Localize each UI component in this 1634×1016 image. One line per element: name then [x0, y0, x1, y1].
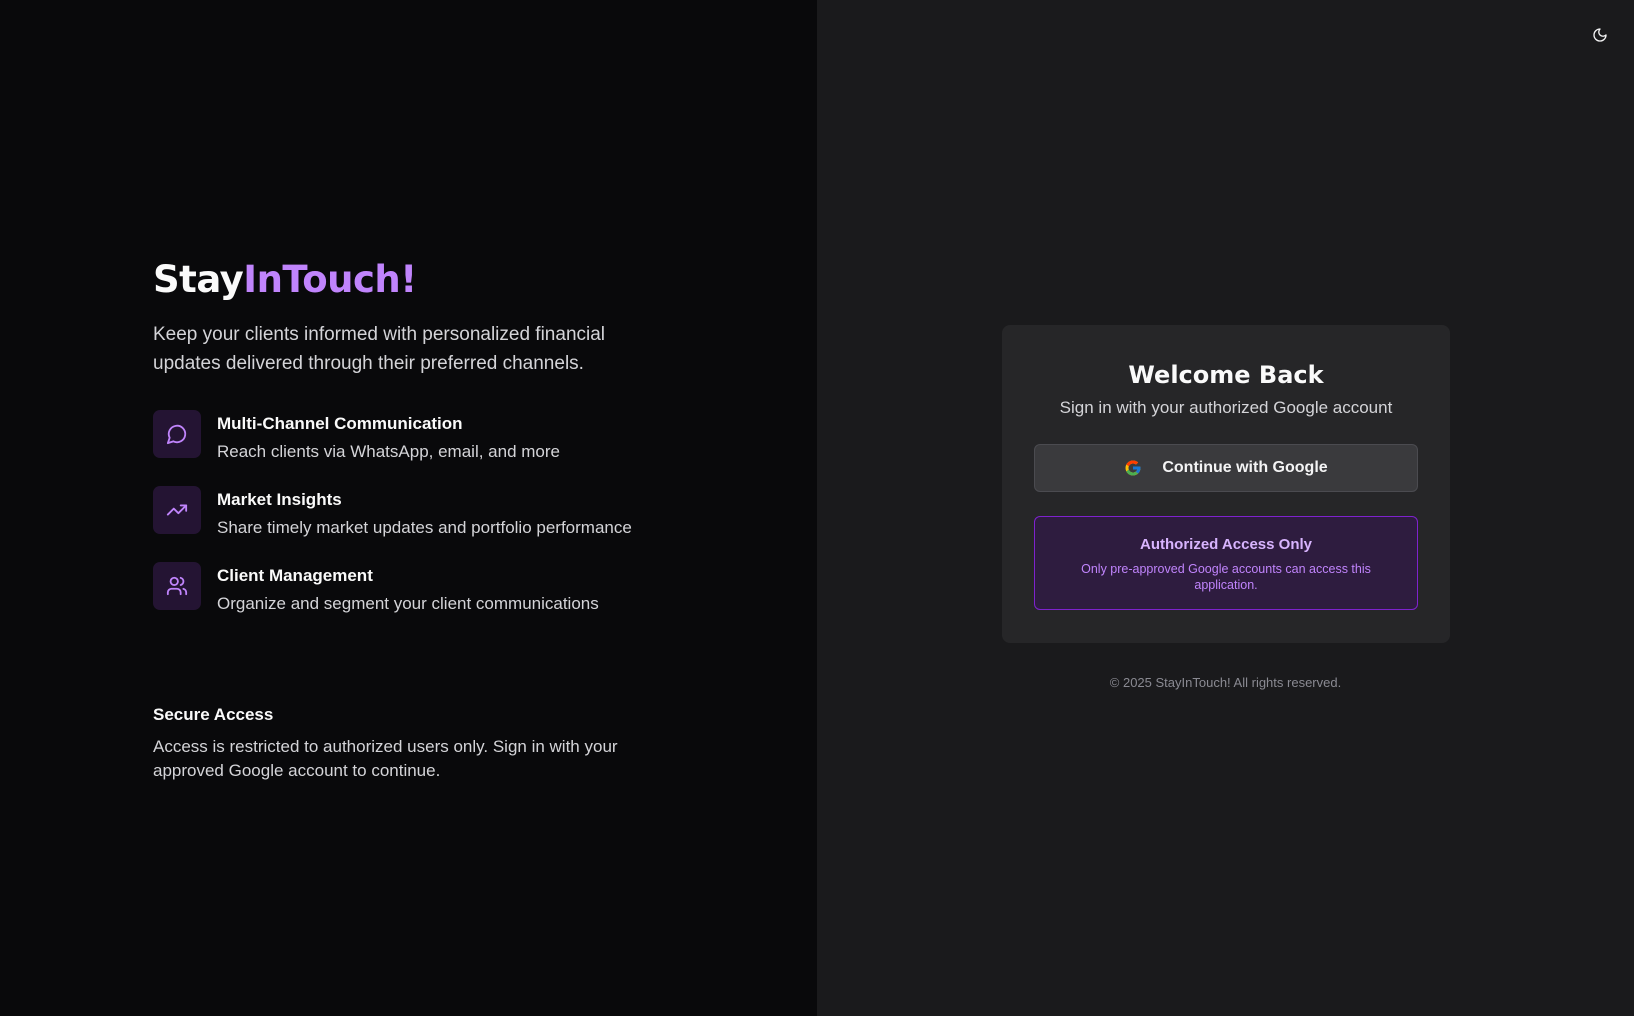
hero-tagline: Keep your clients informed with personal… [153, 324, 606, 374]
secure-access-title: Secure Access [153, 705, 274, 724]
brand-name-accent: InTouch! [243, 258, 417, 301]
notice-title: Authorized Access Only [1140, 536, 1312, 553]
feature-description: Organize and segment your client communi… [217, 594, 599, 613]
brand-title: StayInTouch! [153, 257, 653, 303]
copyright-footer: © 2025 StayInTouch! All rights reserved. [1109, 675, 1342, 690]
secure-access-description: Access is restricted to authorized users… [153, 737, 618, 780]
hero-panel: StayInTouch! Keep your clients informed … [0, 0, 817, 1016]
hero-content: StayInTouch! Keep your clients informed … [153, 257, 653, 783]
trending-up-icon [153, 486, 201, 534]
feature-title: Multi-Channel Communication [217, 414, 463, 433]
login-title: Welcome Back [1128, 361, 1324, 389]
brand-name-plain: Stay [153, 258, 244, 301]
moon-icon [1593, 28, 1607, 42]
feature-title: Client Management [217, 566, 373, 585]
feature-title: Market Insights [217, 490, 342, 509]
feature-description: Share timely market updates and portfoli… [217, 518, 632, 537]
message-circle-icon [153, 410, 201, 458]
feature-text: Client Management Organize and segment y… [217, 562, 599, 615]
secure-access-section: Secure Access Access is restricted to au… [153, 704, 653, 783]
feature-text: Multi-Channel Communication Reach client… [217, 410, 560, 463]
login-subtitle: Sign in with your authorized Google acco… [1059, 398, 1393, 417]
feature-list: Multi-Channel Communication Reach client… [153, 410, 653, 638]
feature-description: Reach clients via WhatsApp, email, and m… [217, 442, 560, 461]
login-page: StayInTouch! Keep your clients informed … [0, 0, 1634, 1016]
authorized-access-notice: Authorized Access Only Only pre-approved… [1034, 516, 1418, 610]
feature-item: Market Insights Share timely market upda… [153, 486, 653, 562]
google-button-label: Continue with Google [1162, 459, 1328, 476]
feature-text: Market Insights Share timely market upda… [217, 486, 632, 539]
theme-toggle-button[interactable] [1586, 21, 1614, 49]
feature-item: Multi-Channel Communication Reach client… [153, 410, 653, 486]
continue-with-google-button[interactable]: Continue with Google [1034, 444, 1418, 492]
notice-description: Only pre-approved Google accounts can ac… [1081, 562, 1371, 592]
users-icon [153, 562, 201, 610]
google-icon [1125, 460, 1141, 476]
auth-panel: Welcome Back Sign in with your authorize… [817, 0, 1634, 1016]
login-card: Welcome Back Sign in with your authorize… [1002, 325, 1450, 643]
feature-item: Client Management Organize and segment y… [153, 562, 653, 638]
